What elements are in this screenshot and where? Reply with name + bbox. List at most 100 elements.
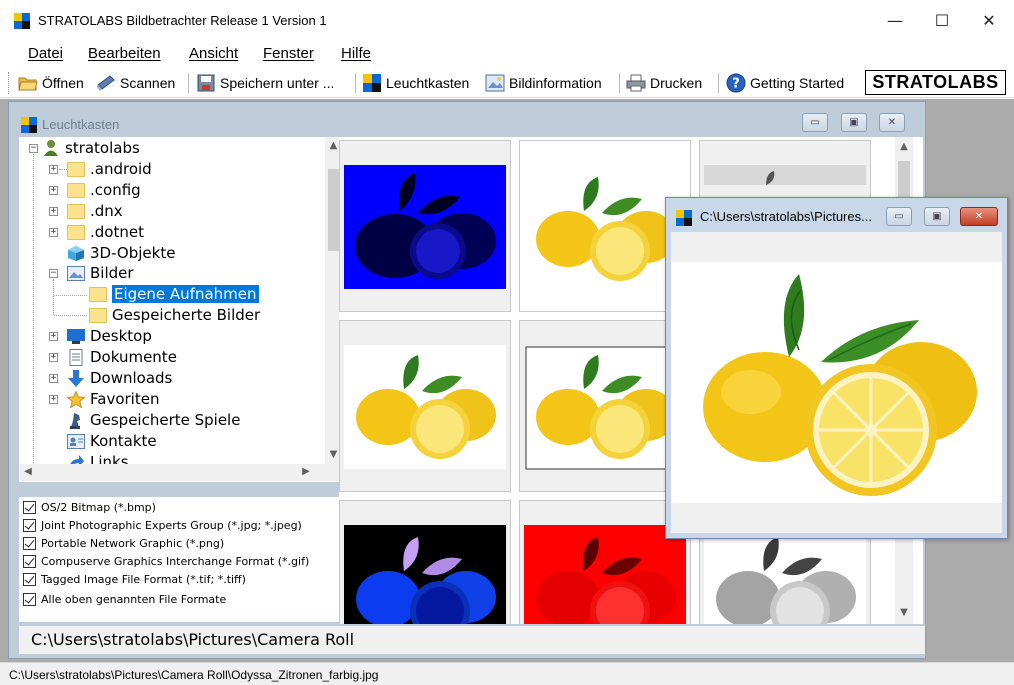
maximize-button[interactable]: ☐ bbox=[919, 6, 965, 36]
menu-bearbeiten[interactable]: Bearbeiten bbox=[88, 45, 161, 62]
folder-tree[interactable]: − stratolabs + .android + .config + .dnx… bbox=[19, 137, 343, 482]
tree-item-gespeicherte-spiele[interactable]: Gespeicherte Spiele bbox=[67, 410, 240, 430]
lightbox-close-button[interactable]: ✕ bbox=[879, 113, 905, 132]
lightbox-window-icon bbox=[21, 117, 37, 133]
tree-item-label: .dnx bbox=[90, 202, 123, 220]
image-window-icon bbox=[676, 210, 692, 226]
image-window-title: C:\Users\stratolabs\Pictures... bbox=[700, 209, 872, 224]
filter-png[interactable]: Portable Network Graphic (*.png) bbox=[23, 537, 224, 550]
filter-jpeg[interactable]: Joint Photographic Experts Group (*.jpg;… bbox=[23, 519, 302, 532]
checkbox-checked[interactable] bbox=[23, 501, 36, 514]
checkbox-checked[interactable] bbox=[23, 537, 36, 550]
tree-item-desktop[interactable]: Desktop bbox=[67, 326, 152, 346]
tree-item-label: Desktop bbox=[90, 327, 152, 345]
printer-icon bbox=[626, 74, 646, 92]
scroll-up-arrow[interactable]: ▲ bbox=[895, 141, 913, 152]
tree-item-label: Gespeicherte Spiele bbox=[90, 411, 241, 429]
tree-expand-toggle[interactable]: + bbox=[49, 374, 58, 383]
tree-item-android[interactable]: .android bbox=[67, 159, 152, 179]
filter-bmp[interactable]: OS/2 Bitmap (*.bmp) bbox=[23, 501, 156, 514]
close-button[interactable]: ✕ bbox=[966, 6, 1012, 36]
cube-icon bbox=[68, 245, 84, 261]
menu-datei[interactable]: Datei bbox=[28, 45, 63, 62]
checkbox-checked[interactable] bbox=[23, 555, 36, 568]
toolbar-grip[interactable] bbox=[8, 72, 11, 94]
tree-scroll-thumb[interactable] bbox=[328, 169, 339, 251]
filter-label: Tagged Image File Format (*.tif; *.tiff) bbox=[41, 573, 246, 586]
tree-item-label: Dokumente bbox=[90, 348, 177, 366]
tree-guide bbox=[33, 151, 34, 471]
folder-icon bbox=[89, 307, 107, 323]
contact-card-icon bbox=[67, 433, 85, 449]
image-info-button[interactable]: Bildinformation bbox=[485, 71, 602, 95]
menu-bar: Datei Bearbeiten Ansicht Fenster Hilfe bbox=[0, 42, 1014, 68]
tree-expand-toggle[interactable]: + bbox=[49, 207, 58, 216]
tree-horizontal-scrollbar[interactable]: ◀ ▶ bbox=[19, 464, 342, 481]
tree-item-kontakte[interactable]: Kontakte bbox=[67, 431, 157, 451]
tree-expand-toggle[interactable]: + bbox=[49, 228, 58, 237]
tree-item-label: Favoriten bbox=[90, 390, 160, 408]
tree-expand-toggle[interactable]: + bbox=[49, 332, 58, 341]
tree-expand-toggle[interactable]: + bbox=[49, 165, 58, 174]
tree-item-root[interactable]: stratolabs bbox=[43, 138, 140, 158]
tree-item-3d-objekte[interactable]: 3D-Objekte bbox=[67, 243, 175, 263]
minimize-button[interactable]: — bbox=[872, 6, 918, 36]
thumbnails-scroll-thumb[interactable] bbox=[898, 161, 910, 201]
lightbox-window-title: Leuchtkasten bbox=[42, 117, 120, 132]
filter-tiff[interactable]: Tagged Image File Format (*.tif; *.tiff) bbox=[23, 573, 246, 586]
menu-fenster[interactable]: Fenster bbox=[263, 45, 314, 62]
save-icon bbox=[197, 74, 215, 92]
print-button[interactable]: Drucken bbox=[626, 71, 702, 95]
save-as-label: Speichern unter ... bbox=[220, 75, 335, 91]
tree-guide bbox=[54, 295, 87, 296]
lightbox-button[interactable]: Leuchtkasten bbox=[362, 71, 469, 95]
folder-icon bbox=[67, 161, 85, 177]
save-as-button[interactable]: Speichern unter ... bbox=[196, 71, 334, 95]
image-viewer-window[interactable]: C:\Users\stratolabs\Pictures... ▭ ▣ ✕ bbox=[665, 197, 1008, 539]
app-logo-icon bbox=[14, 13, 30, 29]
user-icon bbox=[44, 140, 58, 156]
checkbox-checked[interactable] bbox=[23, 593, 36, 606]
scanner-icon bbox=[97, 75, 115, 91]
thumbnail-inverted-lemons[interactable] bbox=[339, 500, 511, 624]
lightbox-restore-button[interactable]: ▣ bbox=[841, 113, 867, 132]
lightbox-minimize-button[interactable]: ▭ bbox=[802, 113, 828, 132]
open-button[interactable]: Öffnen bbox=[18, 71, 84, 95]
image-window-minimize-button[interactable]: ▭ bbox=[886, 207, 912, 226]
scan-button[interactable]: Scannen bbox=[96, 71, 175, 95]
tree-item-label: .config bbox=[90, 181, 141, 199]
help-icon: ? bbox=[726, 73, 746, 93]
tree-item-favoriten[interactable]: Favoriten bbox=[67, 389, 159, 409]
tree-item-config[interactable]: .config bbox=[67, 180, 141, 200]
menu-hilfe[interactable]: Hilfe bbox=[341, 45, 371, 62]
scroll-right-arrow[interactable]: ▶ bbox=[299, 466, 313, 477]
tree-item-eigene-aufnahmen[interactable]: Eigene Aufnahmen bbox=[89, 284, 259, 304]
filter-all[interactable]: Alle oben genannten File Formate bbox=[23, 593, 226, 606]
tree-item-dotnet[interactable]: .dotnet bbox=[67, 222, 144, 242]
tree-expand-toggle[interactable]: + bbox=[49, 395, 58, 404]
scroll-left-arrow[interactable]: ◀ bbox=[21, 466, 35, 477]
star-icon bbox=[67, 390, 85, 408]
scroll-down-arrow[interactable]: ▼ bbox=[895, 607, 913, 618]
filter-gif[interactable]: Compuserve Graphics Interchange Format (… bbox=[23, 555, 309, 568]
tree-collapse-toggle[interactable]: − bbox=[29, 144, 38, 153]
tree-item-gespeicherte-bilder[interactable]: Gespeicherte Bilder bbox=[89, 305, 260, 325]
menu-ansicht[interactable]: Ansicht bbox=[189, 45, 238, 62]
tree-expand-toggle[interactable]: + bbox=[49, 353, 58, 362]
tree-item-downloads[interactable]: Downloads bbox=[67, 368, 172, 388]
checkbox-checked[interactable] bbox=[23, 519, 36, 532]
image-window-close-button[interactable]: ✕ bbox=[960, 207, 998, 226]
tree-item-dnx[interactable]: .dnx bbox=[67, 201, 123, 221]
checkbox-checked[interactable] bbox=[23, 573, 36, 586]
image-window-restore-button[interactable]: ▣ bbox=[924, 207, 950, 226]
getting-started-label: Getting Started bbox=[750, 75, 845, 91]
getting-started-button[interactable]: ? Getting Started bbox=[726, 71, 844, 95]
lightbox-icon bbox=[363, 74, 381, 92]
current-path-bar: C:\Users\stratolabs\Pictures\Camera Roll bbox=[19, 626, 925, 654]
tree-item-bilder[interactable]: Bilder bbox=[67, 263, 134, 283]
tree-item-dokumente[interactable]: Dokumente bbox=[67, 347, 177, 367]
thumbnail-blue-lemons[interactable] bbox=[339, 140, 511, 312]
thumbnail-color-lemons-2[interactable] bbox=[339, 320, 511, 492]
tree-collapse-toggle[interactable]: − bbox=[49, 269, 58, 278]
tree-expand-toggle[interactable]: + bbox=[49, 186, 58, 195]
